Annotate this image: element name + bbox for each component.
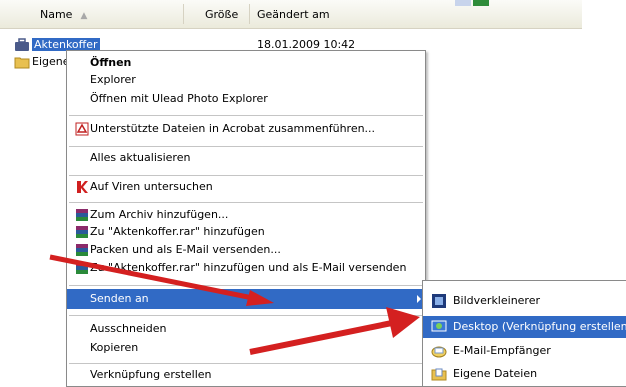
toolbar-button-fragment[interactable] <box>455 0 471 6</box>
menu-item-label: Packen und als E-Mail versenden... <box>90 243 281 256</box>
menu-item-label: Öffnen mit Ulead Photo Explorer <box>90 92 268 105</box>
menu-separator <box>69 202 423 203</box>
menu-separator <box>69 315 423 316</box>
menu-item-label: Zu "Aktenkoffer.rar" hinzufügen <box>90 225 265 238</box>
menu-item-label: Auf Viren untersuchen <box>90 180 213 193</box>
list-item[interactable]: Eigene <box>14 54 70 70</box>
menu-item-send-to[interactable]: Senden an <box>67 289 425 309</box>
menu-item-open-with[interactable]: Öffnen mit Ulead Photo Explorer <box>67 89 425 109</box>
file-name: Eigene <box>32 55 70 68</box>
menu-item-pack-mail[interactable]: Packen und als E-Mail versenden... <box>67 240 425 260</box>
antivirus-icon <box>77 181 88 193</box>
briefcase-icon <box>15 38 29 51</box>
winrar-icon <box>76 209 88 221</box>
winrar-icon <box>76 262 88 274</box>
mail-recipient-icon <box>431 346 447 358</box>
menu-item-label: Kopieren <box>90 341 139 354</box>
column-name-label: Name <box>40 8 73 21</box>
image-resizer-icon <box>432 294 446 308</box>
menu-item-label: Ausschneiden <box>90 322 167 335</box>
column-divider[interactable] <box>183 4 184 24</box>
menu-item-label: Zu "Aktenkoffer.rar" hinzufügen und als … <box>90 261 407 274</box>
column-name[interactable]: Name ▲ <box>40 7 87 23</box>
submenu-item-my-documents[interactable]: Eigene Dateien <box>423 363 626 385</box>
column-size[interactable]: Größe <box>205 7 238 23</box>
column-header-bar: Name ▲ Größe Geändert am <box>0 0 582 29</box>
submenu-item-label: E-Mail-Empfänger <box>453 344 551 357</box>
column-divider[interactable] <box>249 4 250 24</box>
menu-separator <box>69 175 423 176</box>
menu-item-rar-add[interactable]: Zu "Aktenkoffer.rar" hinzufügen <box>67 222 425 242</box>
menu-item-label: Alles aktualisieren <box>90 151 191 164</box>
menu-item-refresh[interactable]: Alles aktualisieren <box>67 148 425 168</box>
folder-icon <box>14 57 30 69</box>
menu-item-rar-mail[interactable]: Zu "Aktenkoffer.rar" hinzufügen und als … <box>67 258 425 278</box>
menu-item-label: Senden an <box>90 292 149 305</box>
menu-separator <box>69 115 423 116</box>
context-menu: Öffnen Explorer Öffnen mit Ulead Photo E… <box>66 50 426 387</box>
menu-separator <box>69 285 423 286</box>
menu-item-create-shortcut[interactable]: Verknüpfung erstellen <box>67 365 425 385</box>
menu-separator <box>69 146 423 147</box>
documents-folder-icon <box>431 368 447 381</box>
menu-item-explorer[interactable]: Explorer <box>67 70 425 90</box>
menu-item-label: Verknüpfung erstellen <box>90 368 212 381</box>
acrobat-icon <box>75 122 89 136</box>
send-to-submenu: Bildverkleinerer Desktop (Verknüpfung er… <box>422 280 626 387</box>
submenu-item-mail[interactable]: E-Mail-Empfänger <box>423 340 626 362</box>
menu-item-virus-scan[interactable]: Auf Viren untersuchen <box>67 177 425 197</box>
menu-item-label: Explorer <box>90 73 136 86</box>
column-modified[interactable]: Geändert am <box>257 7 330 23</box>
desktop-icon <box>431 320 447 332</box>
submenu-item-resizer[interactable]: Bildverkleinerer <box>423 290 626 312</box>
menu-item-label: Unterstützte Dateien in Acrobat zusammen… <box>90 122 376 135</box>
menu-item-acrobat-combine[interactable]: Unterstützte Dateien in Acrobat zusammen… <box>67 119 425 139</box>
menu-separator <box>69 363 423 364</box>
winrar-icon <box>76 244 88 256</box>
submenu-item-label: Bildverkleinerer <box>453 294 541 307</box>
menu-item-copy[interactable]: Kopieren <box>67 338 425 358</box>
winrar-icon <box>76 226 88 238</box>
submenu-item-label: Eigene Dateien <box>453 367 538 380</box>
menu-item-cut[interactable]: Ausschneiden <box>67 319 425 339</box>
submenu-item-label: Desktop (Verknüpfung erstellen) <box>453 320 626 333</box>
toolbar-button-fragment[interactable] <box>473 0 489 6</box>
sort-ascending-icon: ▲ <box>80 11 88 21</box>
submenu-arrow-icon <box>417 295 421 303</box>
submenu-item-desktop[interactable]: Desktop (Verknüpfung erstellen) <box>423 316 626 338</box>
